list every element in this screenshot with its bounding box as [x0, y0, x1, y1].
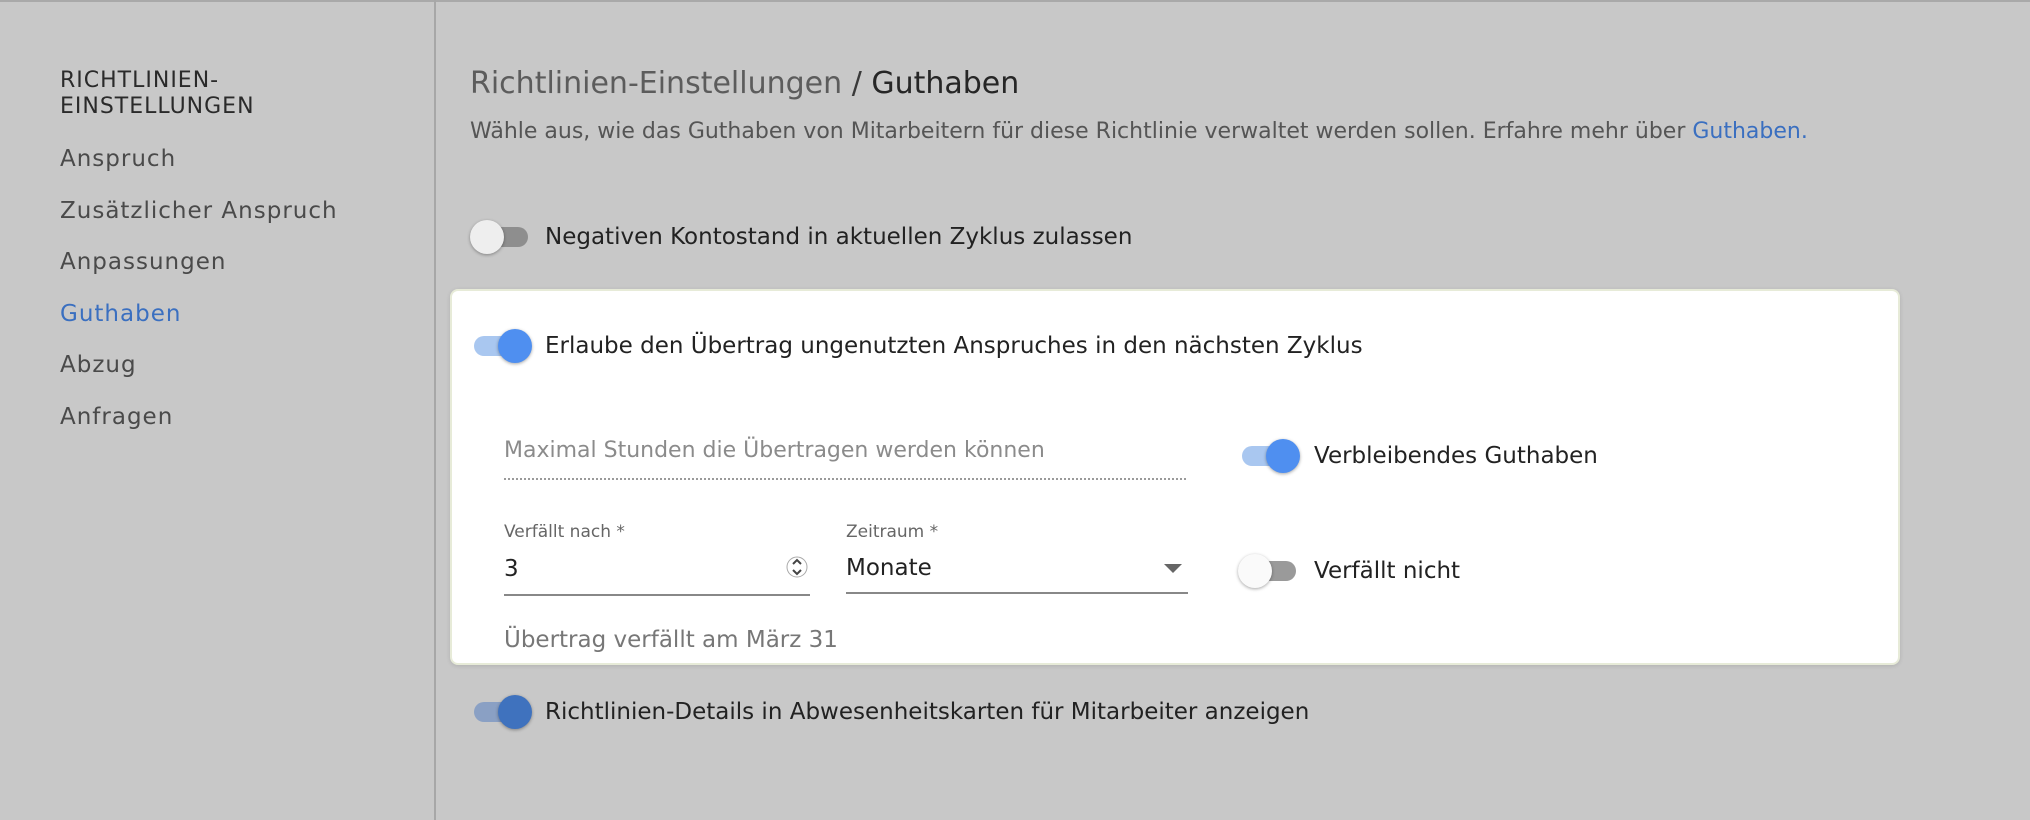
toggle-thumb — [1238, 554, 1272, 588]
toggle-thumb — [470, 220, 504, 254]
breadcrumb-parent[interactable]: Richtlinien-Einstellungen — [470, 66, 842, 101]
guthaben-help-link[interactable]: Guthaben. — [1692, 119, 1807, 144]
period-value: Monate — [846, 555, 932, 581]
sidebar-title: RICHTLINIEN- EINSTELLUNGEN — [60, 68, 255, 119]
show-details-toggle[interactable] — [470, 694, 532, 730]
page-description: Wähle aus, wie das Guthaben von Mitarbei… — [470, 119, 1808, 144]
toggle-thumb — [498, 695, 532, 729]
sidebar-item-guthaben[interactable]: Guthaben — [60, 301, 181, 327]
expires-after-label: Verfällt nach * — [504, 522, 625, 542]
period-select[interactable]: Monate — [846, 548, 1188, 594]
toggle-thumb — [498, 329, 532, 363]
negative-balance-label: Negativen Kontostand in aktuellen Zyklus… — [545, 224, 1133, 250]
sidebar: RICHTLINIEN- EINSTELLUNGEN Anspruch Zusä… — [0, 0, 436, 820]
sidebar-item-abzug[interactable]: Abzug — [60, 352, 137, 378]
max-hours-underline — [504, 478, 1186, 480]
max-hours-input[interactable]: Maximal Stunden die Übertragen werden kö… — [504, 438, 1045, 463]
breadcrumb-current: Guthaben — [871, 66, 1020, 101]
sidebar-item-zusaetzlicher-anspruch[interactable]: Zusätzlicher Anspruch — [60, 198, 338, 224]
expires-after-value[interactable]: 3 — [504, 556, 519, 582]
never-expires-toggle[interactable] — [1238, 553, 1300, 589]
period-label: Zeitraum * — [846, 522, 939, 542]
remaining-balance-toggle[interactable] — [1238, 438, 1300, 474]
chevron-down-icon — [1164, 564, 1182, 573]
description-text: Wähle aus, wie das Guthaben von Mitarbei… — [470, 119, 1693, 144]
number-spinner-icon[interactable] — [786, 552, 808, 582]
sidebar-item-anspruch[interactable]: Anspruch — [60, 146, 176, 172]
carryover-toggle[interactable] — [470, 328, 532, 364]
toggle-thumb — [1266, 439, 1300, 473]
expires-after-field[interactable]: 3 — [504, 548, 810, 596]
show-details-label: Richtlinien-Details in Abwesenheitskarte… — [545, 699, 1310, 725]
never-expires-label: Verfällt nicht — [1314, 558, 1461, 584]
breadcrumb-separator: / — [851, 66, 862, 101]
breadcrumb: Richtlinien-Einstellungen / Guthaben — [470, 66, 1019, 101]
carryover-label: Erlaube den Übertrag ungenutzten Anspruc… — [545, 333, 1363, 359]
expiry-hint: Übertrag verfällt am März 31 — [504, 627, 838, 653]
remaining-balance-label: Verbleibendes Guthaben — [1314, 443, 1598, 469]
negative-balance-toggle[interactable] — [470, 219, 532, 255]
sidebar-item-anfragen[interactable]: Anfragen — [60, 404, 173, 430]
sidebar-item-anpassungen[interactable]: Anpassungen — [60, 249, 226, 275]
